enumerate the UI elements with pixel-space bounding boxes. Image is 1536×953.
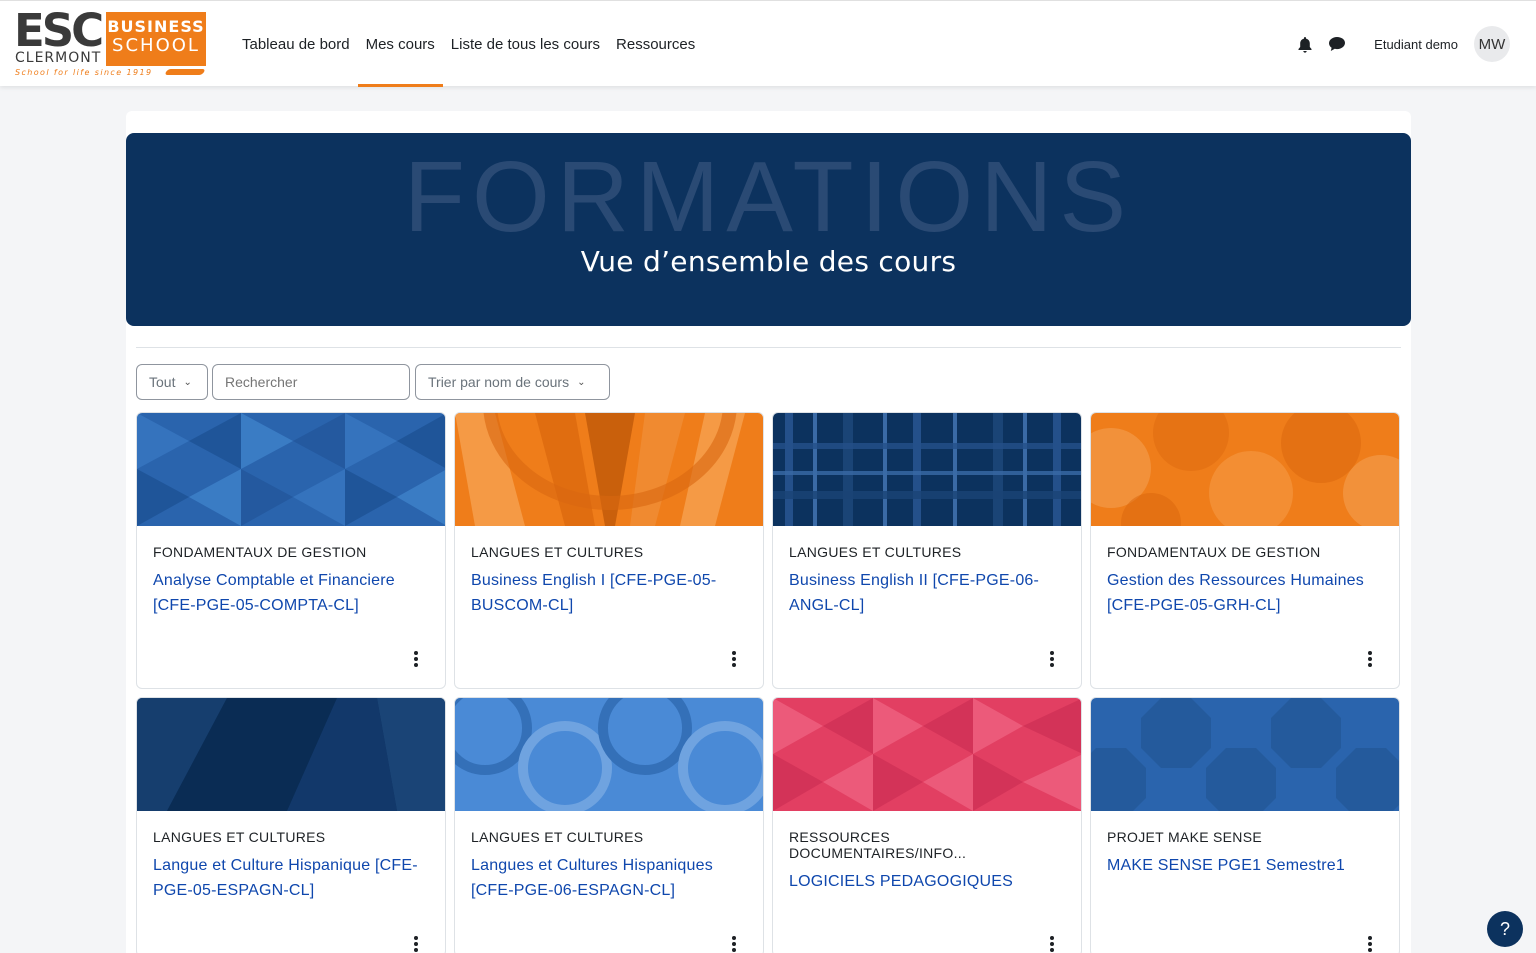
chevron-down-icon: ⌄	[183, 376, 192, 388]
nav-link-ressources[interactable]: Ressources	[608, 1, 703, 87]
nav-link-tableau-de-bord[interactable]: Tableau de bord	[234, 1, 358, 87]
banner-title: FORMATIONS	[403, 141, 1134, 253]
kebab-menu-icon	[729, 935, 739, 953]
help-button[interactable]: ?	[1487, 911, 1523, 947]
logo-business-text: BUSINESS	[107, 17, 205, 36]
sort-value: Trier par nom de cours	[428, 374, 570, 390]
course-category: FONDAMENTAUX DE GESTION	[1107, 544, 1321, 560]
course-image[interactable]	[137, 698, 445, 811]
course-title-link[interactable]: Langues et Cultures Hispaniques [CFE-PGE…	[471, 853, 747, 903]
logo-business-school-box: BUSINESS SCHOOL	[106, 12, 206, 66]
logo-tagline: School for life since 1919	[15, 68, 153, 77]
course-title-link[interactable]: Gestion des Ressources Humaines [CFE-PGE…	[1107, 568, 1383, 618]
course-actions-menu[interactable]	[1047, 650, 1057, 668]
user-name[interactable]: Etudiant demo	[1374, 37, 1458, 52]
nav-link-liste-cours[interactable]: Liste de tous les cours	[443, 1, 608, 87]
course-image[interactable]	[773, 413, 1081, 526]
main-content: FORMATIONS Vue d’ensemble des cours Tout…	[126, 111, 1411, 953]
sort-select[interactable]: Trier par nom de cours ⌄	[415, 364, 610, 400]
course-image[interactable]	[137, 413, 445, 526]
course-actions-menu[interactable]	[411, 935, 421, 953]
course-title-link[interactable]: MAKE SENSE PGE1 Semestre1	[1107, 853, 1383, 878]
course-actions-menu[interactable]	[1365, 935, 1375, 953]
formations-banner: FORMATIONS Vue d’ensemble des cours	[126, 133, 1411, 326]
kebab-menu-icon	[1365, 650, 1375, 668]
course-title-link[interactable]: Business English II [CFE-PGE-06-ANGL-CL]	[789, 568, 1065, 618]
course-image[interactable]	[455, 698, 763, 811]
course-category: LANGUES ET CULTURES	[471, 829, 644, 845]
user-area: Etudiant demo MW	[1282, 1, 1510, 87]
logo-school-text: SCHOOL	[112, 35, 200, 56]
kebab-menu-icon	[1365, 935, 1375, 953]
course-card[interactable]: RESSOURCES DOCUMENTAIRES/INFO... LOGICIE…	[772, 697, 1082, 953]
school-logo[interactable]: ESC CLERMONT School for life since 1919 …	[14, 4, 206, 78]
course-title-link[interactable]: Langue et Culture Hispanique [CFE-PGE-05…	[153, 853, 429, 903]
course-actions-menu[interactable]	[411, 650, 421, 668]
course-card[interactable]: LANGUES ET CULTURES Langue et Culture Hi…	[136, 697, 446, 953]
kebab-menu-icon	[1047, 650, 1057, 668]
course-card[interactable]: FONDAMENTAUX DE GESTION Gestion des Ress…	[1090, 412, 1400, 689]
course-title-link[interactable]: Business English I [CFE-PGE-05-BUSCOM-CL…	[471, 568, 747, 618]
search-input[interactable]	[212, 364, 410, 400]
avatar[interactable]: MW	[1474, 26, 1510, 62]
primary-navigation: Tableau de bord Mes cours Liste de tous …	[234, 1, 703, 87]
course-image[interactable]	[1091, 413, 1399, 526]
grouping-select[interactable]: Tout ⌄	[136, 364, 208, 400]
course-card[interactable]: LANGUES ET CULTURES Business English II …	[772, 412, 1082, 689]
course-image[interactable]	[1091, 698, 1399, 811]
bell-icon[interactable]	[1296, 35, 1314, 53]
course-title-link[interactable]: Analyse Comptable et Financiere [CFE-PGE…	[153, 568, 429, 618]
kebab-menu-icon	[729, 650, 739, 668]
kebab-menu-icon	[1047, 935, 1057, 953]
course-category: FONDAMENTAUX DE GESTION	[153, 544, 367, 560]
course-title-link[interactable]: LOGICIELS PEDAGOGIQUES	[789, 869, 1065, 894]
course-actions-menu[interactable]	[1047, 935, 1057, 953]
course-category: LANGUES ET CULTURES	[471, 544, 644, 560]
top-navbar: ESC CLERMONT School for life since 1919 …	[0, 0, 1536, 87]
course-category: LANGUES ET CULTURES	[789, 544, 962, 560]
course-card[interactable]: FONDAMENTAUX DE GESTION Analyse Comptabl…	[136, 412, 446, 689]
divider	[136, 347, 1401, 348]
nav-link-mes-cours[interactable]: Mes cours	[357, 1, 443, 87]
course-category: LANGUES ET CULTURES	[153, 829, 326, 845]
banner-subtitle: Vue d’ensemble des cours	[580, 245, 957, 278]
logo-swoosh	[164, 69, 206, 75]
kebab-menu-icon	[411, 935, 421, 953]
course-image[interactable]	[455, 413, 763, 526]
logo-clermont-text: CLERMONT	[15, 50, 102, 66]
course-actions-menu[interactable]	[729, 650, 739, 668]
grouping-value: Tout	[149, 374, 176, 390]
course-category: PROJET MAKE SENSE	[1107, 829, 1262, 845]
course-card[interactable]: LANGUES ET CULTURES Business English I […	[454, 412, 764, 689]
course-image[interactable]	[773, 698, 1081, 811]
course-card[interactable]: LANGUES ET CULTURES Langues et Cultures …	[454, 697, 764, 953]
course-category: RESSOURCES DOCUMENTAIRES/INFO...	[789, 829, 967, 861]
kebab-menu-icon	[411, 650, 421, 668]
course-actions-menu[interactable]	[729, 935, 739, 953]
course-actions-menu[interactable]	[1365, 650, 1375, 668]
chat-icon[interactable]	[1328, 35, 1346, 53]
course-card[interactable]: PROJET MAKE SENSE MAKE SENSE PGE1 Semest…	[1090, 697, 1400, 953]
course-filters: Tout ⌄ Trier par nom de cours ⌄	[136, 364, 614, 400]
chevron-down-icon: ⌄	[577, 376, 586, 388]
